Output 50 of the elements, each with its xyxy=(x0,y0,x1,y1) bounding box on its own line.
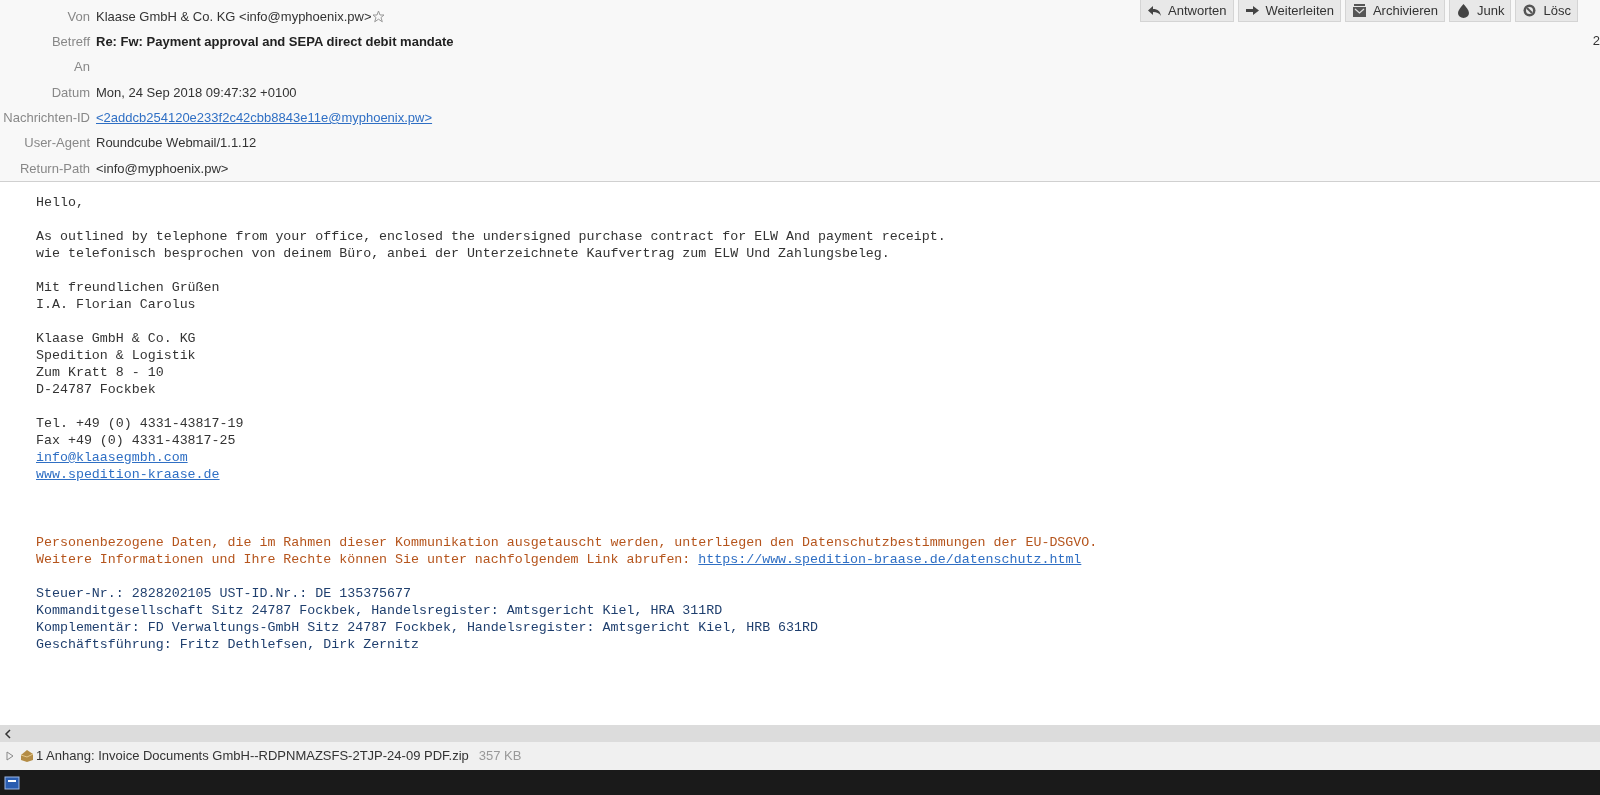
legal-text: Geschäftsführung: Fritz Dethlefsen, Dirk Zernitz xyxy=(36,636,419,653)
expand-caret-icon[interactable] xyxy=(6,751,14,761)
archive-box-icon xyxy=(1351,3,1367,18)
field-label: User-Agent xyxy=(23,134,91,153)
legal-text: Steuer-Nr.: 2828202105 UST-ID.Nr.: DE 135375677 xyxy=(36,585,412,602)
body-text: Zum Kratt 8 - 10 xyxy=(36,364,164,381)
body-text: Tel. +49 (0) 4331-43817-19 xyxy=(36,415,244,432)
link[interactable]: info@klaasegmbh.com xyxy=(36,449,188,466)
body-text: wie telefonisch besprochen von deinem Büro, anbei der Unterzeichnete Kaufvertrag zum ELW Und Zahlungsbeleg. xyxy=(36,245,890,262)
field-label: Nachrichten-ID xyxy=(2,109,91,127)
field-label: Von xyxy=(66,7,91,26)
toolbar-button[interactable]: Junk xyxy=(1449,0,1512,22)
toolbar-button[interactable]: Weiterleiten xyxy=(1237,0,1341,22)
attachment-name[interactable]: 1 Anhang: Invoice Documents GmbH--RDPNMAZSFS-2TJP-24-09 PDF.zip xyxy=(36,746,469,766)
toolbar-button[interactable]: Lösc xyxy=(1515,0,1578,22)
field-value: Mon, 24 Sep 2018 09:47:32 +0100 xyxy=(96,83,297,102)
field-label: An xyxy=(73,58,91,77)
link[interactable]: www.spedition-kraase.de xyxy=(36,466,220,483)
reply-arrow-icon xyxy=(1147,3,1162,18)
field-value: Roundcube Webmail/1.1.12 xyxy=(96,134,257,153)
notice-text: Weitere Informationen und Ihre Rechte können Sie unter nachfolgendem Link abrufen: xyxy=(36,551,691,568)
package-icon xyxy=(20,749,34,763)
body-text: As outlined by telephone from your office, enclosed the undersigned purchase contract for ELW And payment receipt. xyxy=(36,228,946,245)
star-icon[interactable] xyxy=(371,10,385,24)
attachment-size: 357 KB xyxy=(478,747,522,766)
legal-text: Kommanditgesellschaft Sitz 24787 Fockbek, Handelsregister: Amtsgericht Kiel, HRA 311RD xyxy=(36,602,723,619)
date-text: 2 xyxy=(1592,32,1600,50)
link[interactable]: https://www.spedition-braase.de/datenschutz.html xyxy=(698,551,1082,568)
body-text: Spedition & Logistik xyxy=(36,347,196,364)
body-text: Mit freundlichen Grüßen xyxy=(36,279,220,296)
field-label: Betreff xyxy=(50,33,91,52)
field-value: Klaase GmbH & Co. KG <info@myphoenix.pw> xyxy=(96,7,372,26)
body-text: Hello, xyxy=(36,194,84,211)
body-text: Klaase GmbH & Co. KG xyxy=(36,330,196,347)
toolbar-button[interactable]: Antworten xyxy=(1140,0,1234,22)
subject-text: Re: Fw: Payment approval and SEPA direct debit mandate xyxy=(96,33,454,52)
toolbar-button[interactable]: Archivieren xyxy=(1344,0,1445,22)
legal-text: Komplementär: FD Verwaltungs-GmbH Sitz 24787 Fockbek, Handelsregister: Amtsgericht Kiel, HRB 631RD xyxy=(36,619,818,636)
field-label: Datum xyxy=(50,83,91,102)
field-value: <info@myphoenix.pw> xyxy=(96,159,229,178)
field-label: Return-Path xyxy=(18,159,91,178)
app-icon[interactable] xyxy=(4,775,20,790)
body-text: D-24787 Fockbek xyxy=(36,381,156,398)
prohibited-icon xyxy=(1522,3,1538,18)
body-text: I.A. Florian Carolus xyxy=(36,296,196,313)
scroll-left-icon[interactable] xyxy=(4,728,12,739)
message-id-link[interactable]: <2addcb254120e233f2c42cbb8843e11e@myphoenix.pw> xyxy=(96,108,433,128)
notice-text: Personenbezogene Daten, die im Rahmen dieser Kommunikation ausgetauscht werden, unterliegen den Datenschutzbestimmungen der EU-DSGVO. xyxy=(36,534,1098,551)
forward-arrow-icon xyxy=(1244,3,1260,18)
body-text: Fax +49 (0) 4331-43817-25 xyxy=(36,432,236,449)
